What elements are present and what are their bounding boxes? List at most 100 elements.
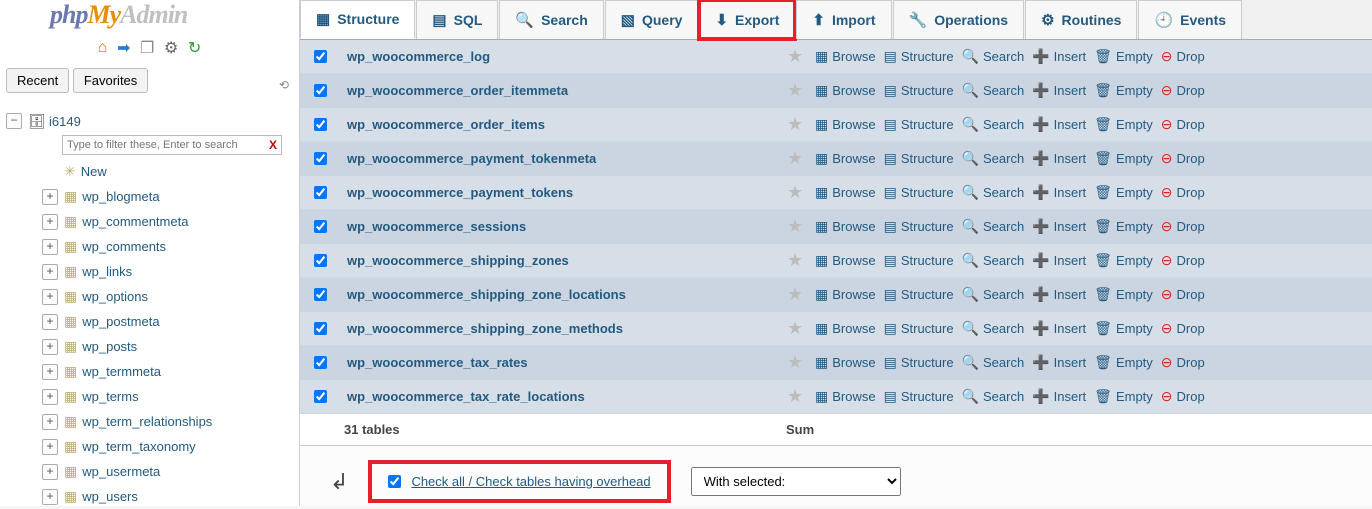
structure-action[interactable]: ▤Structure — [884, 116, 954, 133]
tab-operations[interactable]: 🔧Operations — [893, 0, 1025, 39]
favorite-star-icon[interactable]: ★ — [787, 216, 815, 237]
empty-action[interactable]: 🗑Empty — [1094, 150, 1153, 167]
expand-icon[interactable]: + — [42, 364, 58, 380]
sidebar-table-row[interactable]: + ▦ wp_usermeta — [42, 459, 299, 484]
search-action[interactable]: 🔍Search — [962, 388, 1025, 405]
sidebar-table-row[interactable]: + ▦ wp_term_taxonomy — [42, 434, 299, 459]
sidebar-table-link[interactable]: wp_usermeta — [82, 464, 160, 479]
insert-action[interactable]: ➕Insert — [1032, 82, 1086, 99]
expand-icon[interactable]: + — [42, 389, 58, 405]
sidebar-table-link[interactable]: wp_term_relationships — [82, 414, 212, 429]
structure-action[interactable]: ▤Structure — [884, 388, 954, 405]
sidebar-table-row[interactable]: + ▦ wp_termmeta — [42, 359, 299, 384]
sidebar-table-row[interactable]: + ▦ wp_comments — [42, 234, 299, 259]
tab-events[interactable]: 🕘Events — [1138, 0, 1242, 39]
insert-action[interactable]: ➕Insert — [1032, 48, 1086, 65]
row-checkbox[interactable] — [314, 186, 327, 199]
structure-action[interactable]: ▤Structure — [884, 82, 954, 99]
tab-sql[interactable]: ▤SQL — [416, 0, 498, 39]
empty-action[interactable]: 🗑Empty — [1094, 388, 1153, 405]
row-checkbox[interactable] — [314, 356, 327, 369]
check-all-link[interactable]: Check all / Check tables having overhead — [411, 474, 650, 489]
sidebar-table-link[interactable]: wp_links — [82, 264, 132, 279]
browse-action[interactable]: ▦Browse — [815, 48, 876, 65]
settings-icon[interactable]: ⚙ — [164, 38, 178, 58]
sidebar-table-link[interactable]: wp_term_taxonomy — [82, 439, 195, 454]
sidebar-table-link[interactable]: wp_termmeta — [82, 364, 161, 379]
favorite-star-icon[interactable]: ★ — [787, 182, 815, 203]
empty-action[interactable]: 🗑Empty — [1094, 218, 1153, 235]
sidebar-table-row[interactable]: + ▦ wp_posts — [42, 334, 299, 359]
new-label[interactable]: New — [81, 164, 107, 179]
drop-action[interactable]: ⊖Drop — [1161, 286, 1205, 303]
tab-query[interactable]: ▧Query — [605, 0, 699, 39]
empty-action[interactable]: 🗑Empty — [1094, 320, 1153, 337]
drop-action[interactable]: ⊖Drop — [1161, 388, 1205, 405]
structure-action[interactable]: ▤Structure — [884, 184, 954, 201]
expand-icon[interactable]: + — [42, 464, 58, 480]
search-action[interactable]: 🔍Search — [962, 116, 1025, 133]
browse-action[interactable]: ▦Browse — [815, 184, 876, 201]
drop-action[interactable]: ⊖Drop — [1161, 252, 1205, 269]
structure-action[interactable]: ▤Structure — [884, 150, 954, 167]
home-icon[interactable]: ⌂ — [98, 39, 108, 57]
drop-action[interactable]: ⊖Drop — [1161, 116, 1205, 133]
row-checkbox[interactable] — [314, 322, 327, 335]
browse-action[interactable]: ▦Browse — [815, 116, 876, 133]
insert-action[interactable]: ➕Insert — [1032, 388, 1086, 405]
search-action[interactable]: 🔍Search — [962, 48, 1025, 65]
expand-icon[interactable]: + — [42, 239, 58, 255]
insert-action[interactable]: ➕Insert — [1032, 286, 1086, 303]
structure-action[interactable]: ▤Structure — [884, 48, 954, 65]
row-checkbox[interactable] — [314, 50, 327, 63]
sidebar-table-link[interactable]: wp_users — [82, 489, 138, 504]
empty-action[interactable]: 🗑Empty — [1094, 184, 1153, 201]
sidebar-table-row[interactable]: + ▦ wp_links — [42, 259, 299, 284]
empty-action[interactable]: 🗑Empty — [1094, 116, 1153, 133]
table-name-link[interactable]: wp_woocommerce_shipping_zone_locations — [347, 287, 626, 302]
browse-action[interactable]: ▦Browse — [815, 388, 876, 405]
structure-action[interactable]: ▤Structure — [884, 286, 954, 303]
tab-export[interactable]: ⬇Export — [699, 0, 795, 39]
drop-action[interactable]: ⊖Drop — [1161, 48, 1205, 65]
link-icon[interactable]: ⟲ — [279, 78, 289, 92]
row-checkbox[interactable] — [314, 152, 327, 165]
favorite-star-icon[interactable]: ★ — [787, 148, 815, 169]
expand-icon[interactable]: + — [42, 414, 58, 430]
sidebar-table-link[interactable]: wp_options — [82, 289, 148, 304]
insert-action[interactable]: ➕Insert — [1032, 116, 1086, 133]
tab-structure[interactable]: ▦Structure — [300, 0, 415, 39]
table-name-link[interactable]: wp_woocommerce_payment_tokenmeta — [347, 151, 596, 166]
sidebar-table-row[interactable]: + ▦ wp_commentmeta — [42, 209, 299, 234]
sidebar-table-link[interactable]: wp_postmeta — [82, 314, 159, 329]
insert-action[interactable]: ➕Insert — [1032, 150, 1086, 167]
drop-action[interactable]: ⊖Drop — [1161, 82, 1205, 99]
insert-action[interactable]: ➕Insert — [1032, 320, 1086, 337]
sidebar-table-row[interactable]: + ▦ wp_postmeta — [42, 309, 299, 334]
drop-action[interactable]: ⊖Drop — [1161, 354, 1205, 371]
sidebar-table-row[interactable]: + ▦ wp_terms — [42, 384, 299, 409]
db-name[interactable]: i6149 — [49, 114, 81, 129]
reload-icon[interactable]: ↻ — [188, 38, 201, 58]
collapse-icon[interactable]: − — [6, 113, 22, 129]
browse-action[interactable]: ▦Browse — [815, 150, 876, 167]
structure-action[interactable]: ▤Structure — [884, 218, 954, 235]
expand-icon[interactable]: + — [42, 214, 58, 230]
row-checkbox[interactable] — [314, 390, 327, 403]
sidebar-table-link[interactable]: wp_blogmeta — [82, 189, 159, 204]
search-action[interactable]: 🔍Search — [962, 184, 1025, 201]
tab-routines[interactable]: ⚙Routines — [1025, 0, 1137, 39]
favorite-star-icon[interactable]: ★ — [787, 318, 815, 339]
logout-icon[interactable]: ➡ — [117, 38, 130, 58]
search-action[interactable]: 🔍Search — [962, 286, 1025, 303]
table-name-link[interactable]: wp_woocommerce_tax_rates — [347, 355, 528, 370]
empty-action[interactable]: 🗑Empty — [1094, 354, 1153, 371]
drop-action[interactable]: ⊖Drop — [1161, 218, 1205, 235]
new-table-row[interactable]: ✳ New — [42, 159, 299, 184]
browse-action[interactable]: ▦Browse — [815, 252, 876, 269]
sidebar-table-row[interactable]: + ▦ wp_term_relationships — [42, 409, 299, 434]
row-checkbox[interactable] — [314, 118, 327, 131]
sidebar-table-link[interactable]: wp_comments — [82, 239, 166, 254]
insert-action[interactable]: ➕Insert — [1032, 218, 1086, 235]
browse-action[interactable]: ▦Browse — [815, 354, 876, 371]
